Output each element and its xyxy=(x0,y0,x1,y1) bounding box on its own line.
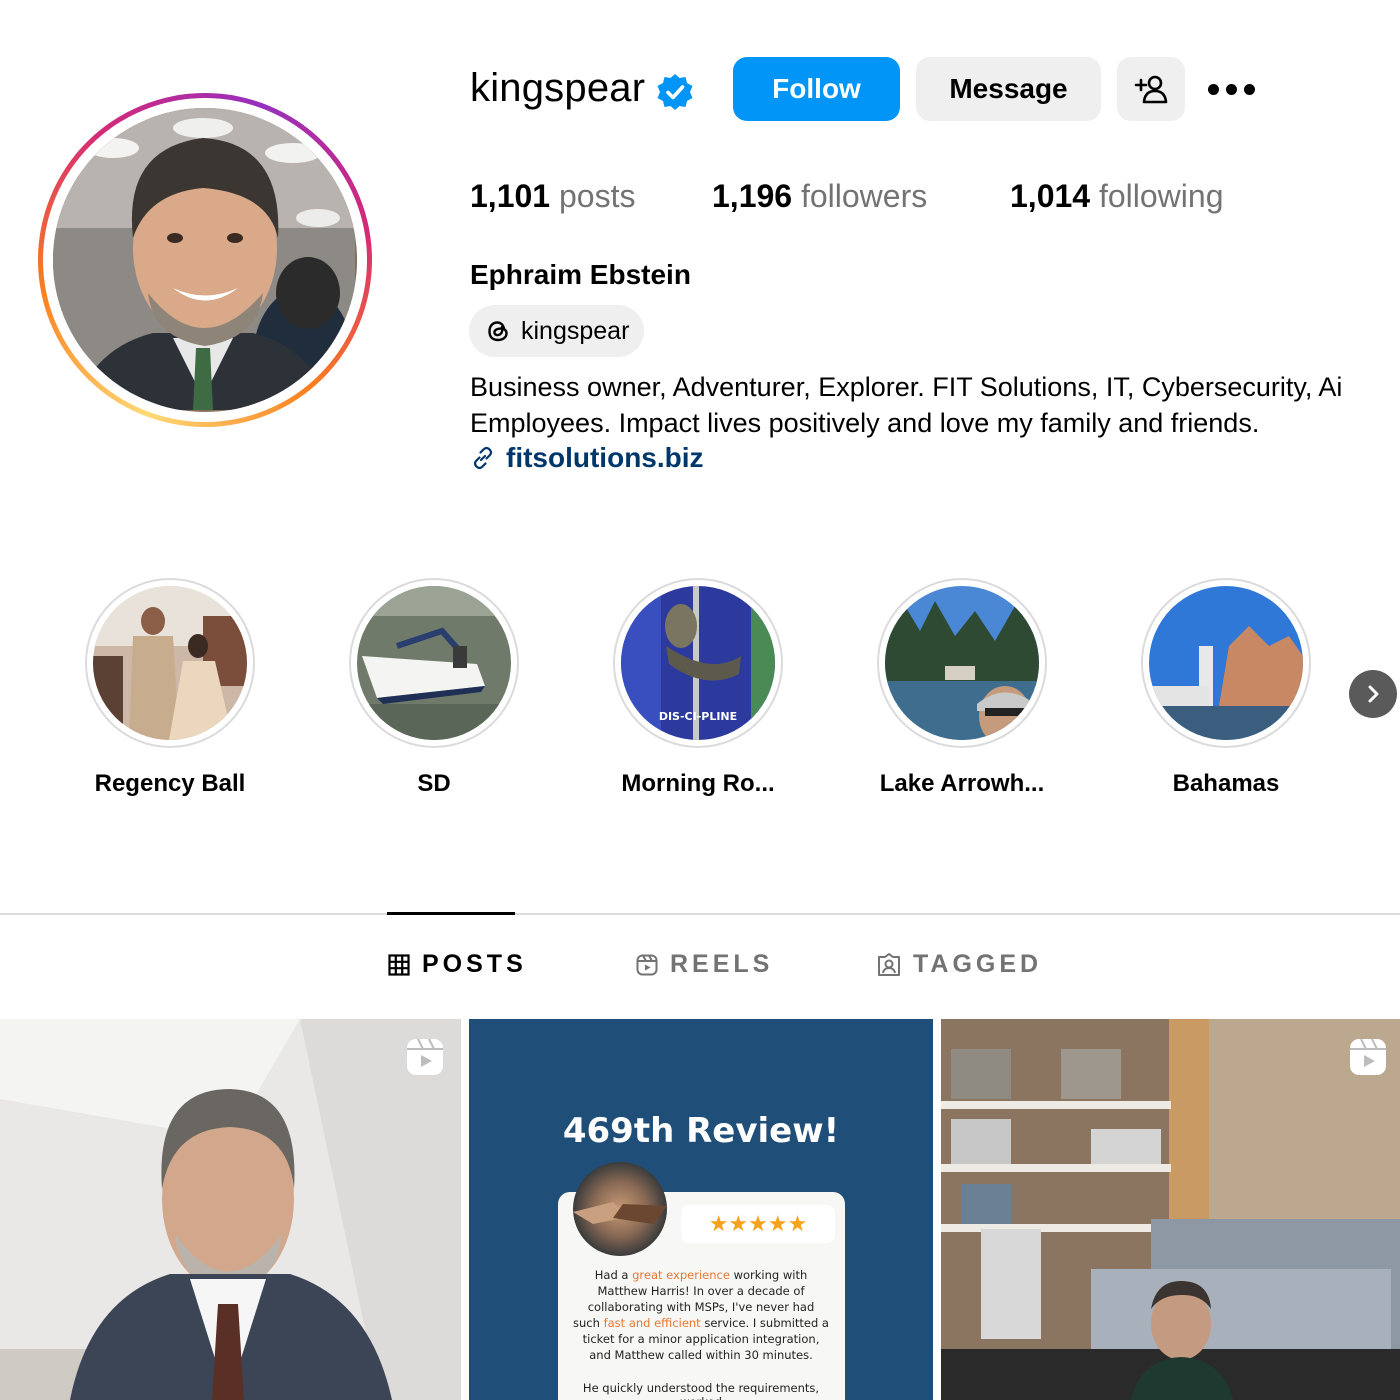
bio-line-1: Business owner, Adventurer, Explorer. FI… xyxy=(470,372,1343,402)
threads-handle: kingspear xyxy=(521,316,630,345)
grid-icon xyxy=(388,953,410,976)
profile-username: kingspear xyxy=(470,66,646,110)
profile-website-link[interactable]: fitsolutions.biz xyxy=(470,442,704,474)
followers-label: followers xyxy=(800,178,928,214)
highlight-regency-ball[interactable]: Regency Ball xyxy=(85,578,255,797)
highlight-bahamas[interactable]: Bahamas xyxy=(1141,578,1311,797)
reel-badge-icon xyxy=(1350,1038,1386,1075)
link-icon xyxy=(473,446,493,470)
tab-reels[interactable]: REELS xyxy=(636,950,773,979)
add-user-icon xyxy=(1134,75,1168,104)
profile-full-name: Ephraim Ebstein xyxy=(470,259,691,290)
review-highlight: great experience xyxy=(632,1268,730,1282)
review-text-part: Had a xyxy=(594,1268,633,1282)
posts-label: posts xyxy=(558,178,636,214)
avatar xyxy=(53,108,357,412)
posts-count: 1,101 xyxy=(470,178,551,214)
active-tab-indicator xyxy=(387,912,515,915)
more-options-icon[interactable] xyxy=(1208,76,1258,102)
review-text: Had a great experience working with Matt… xyxy=(573,1267,829,1363)
post-tile-review[interactable]: 469th Review! ★★★★★ Had a great experien… xyxy=(469,1019,933,1400)
website-link-text: fitsolutions.biz xyxy=(506,442,704,473)
avatar-image xyxy=(53,108,355,412)
post-image xyxy=(0,1019,461,1400)
followers-count: 1,196 xyxy=(712,178,793,214)
highlight-sd[interactable]: SD xyxy=(349,578,519,797)
review-post-title: 469th Review! xyxy=(562,1111,840,1151)
tab-label: TAGGED xyxy=(913,950,1043,978)
bio-line-2: Employees. Impact lives positively and l… xyxy=(470,408,1260,438)
review-text-continued: He quickly understood the requirements, … xyxy=(582,1381,820,1400)
threads-icon xyxy=(488,321,508,342)
highlight-label: Regency Ball xyxy=(94,770,246,797)
highlight-lake-arrowhead[interactable]: Lake Arrowh... xyxy=(877,578,1047,797)
profile-bio: Business owner, Adventurer, Explorer. FI… xyxy=(470,369,1400,441)
highlight-ring: DIS-CI-PLINE xyxy=(613,578,783,748)
highlight-cover xyxy=(885,586,1039,740)
reels-icon xyxy=(636,954,658,975)
highlight-overlay-text: DIS-CI-PLINE xyxy=(658,710,738,723)
threads-link-chip[interactable]: kingspear xyxy=(469,305,645,357)
highlight-ring xyxy=(349,578,519,748)
following-count: 1,014 xyxy=(1010,178,1091,214)
highlight-morning-routine[interactable]: DIS-CI-PLINE Morning Ro... xyxy=(613,578,783,797)
posts-stat: 1,101 posts xyxy=(470,178,635,215)
highlight-ring xyxy=(1141,578,1311,748)
tab-label: POSTS xyxy=(422,950,527,978)
review-highlight: fast and efficient xyxy=(603,1316,701,1330)
highlight-ring xyxy=(85,578,255,748)
tagged-icon xyxy=(878,952,900,976)
avatar-inner xyxy=(43,98,367,422)
follow-button[interactable]: Follow xyxy=(733,57,900,121)
handshake-image xyxy=(573,1162,667,1256)
post-tile[interactable] xyxy=(0,1019,461,1400)
suggest-users-button[interactable] xyxy=(1117,57,1185,121)
tab-tagged[interactable]: TAGGED xyxy=(877,950,1042,979)
highlight-ring xyxy=(877,578,1047,748)
reel-badge-icon xyxy=(407,1038,443,1075)
chevron-right-icon xyxy=(1368,685,1379,703)
highlight-cover xyxy=(357,586,511,740)
message-button[interactable]: Message xyxy=(916,57,1101,121)
tab-posts[interactable]: POSTS xyxy=(388,950,527,979)
following-label: following xyxy=(1098,178,1224,214)
rating-stars: ★★★★★ xyxy=(681,1205,835,1243)
post-tile[interactable] xyxy=(941,1019,1400,1400)
tab-label: REELS xyxy=(670,950,774,978)
highlight-cover xyxy=(1149,586,1303,740)
tabs-divider xyxy=(0,913,1400,915)
highlight-label: Morning Ro... xyxy=(621,770,775,797)
highlight-cover: DIS-CI-PLINE xyxy=(621,586,775,740)
following-stat[interactable]: 1,014 following xyxy=(1010,178,1223,215)
highlights-next-button[interactable] xyxy=(1349,670,1397,718)
verified-badge-icon xyxy=(657,74,693,110)
highlight-label: Lake Arrowh... xyxy=(879,770,1045,797)
followers-stat[interactable]: 1,196 followers xyxy=(712,178,927,215)
highlight-cover xyxy=(93,586,247,740)
highlight-label: Bahamas xyxy=(1172,770,1280,797)
profile-avatar-ring[interactable] xyxy=(38,93,372,427)
post-image xyxy=(941,1019,1400,1400)
highlight-label: SD xyxy=(417,770,451,797)
